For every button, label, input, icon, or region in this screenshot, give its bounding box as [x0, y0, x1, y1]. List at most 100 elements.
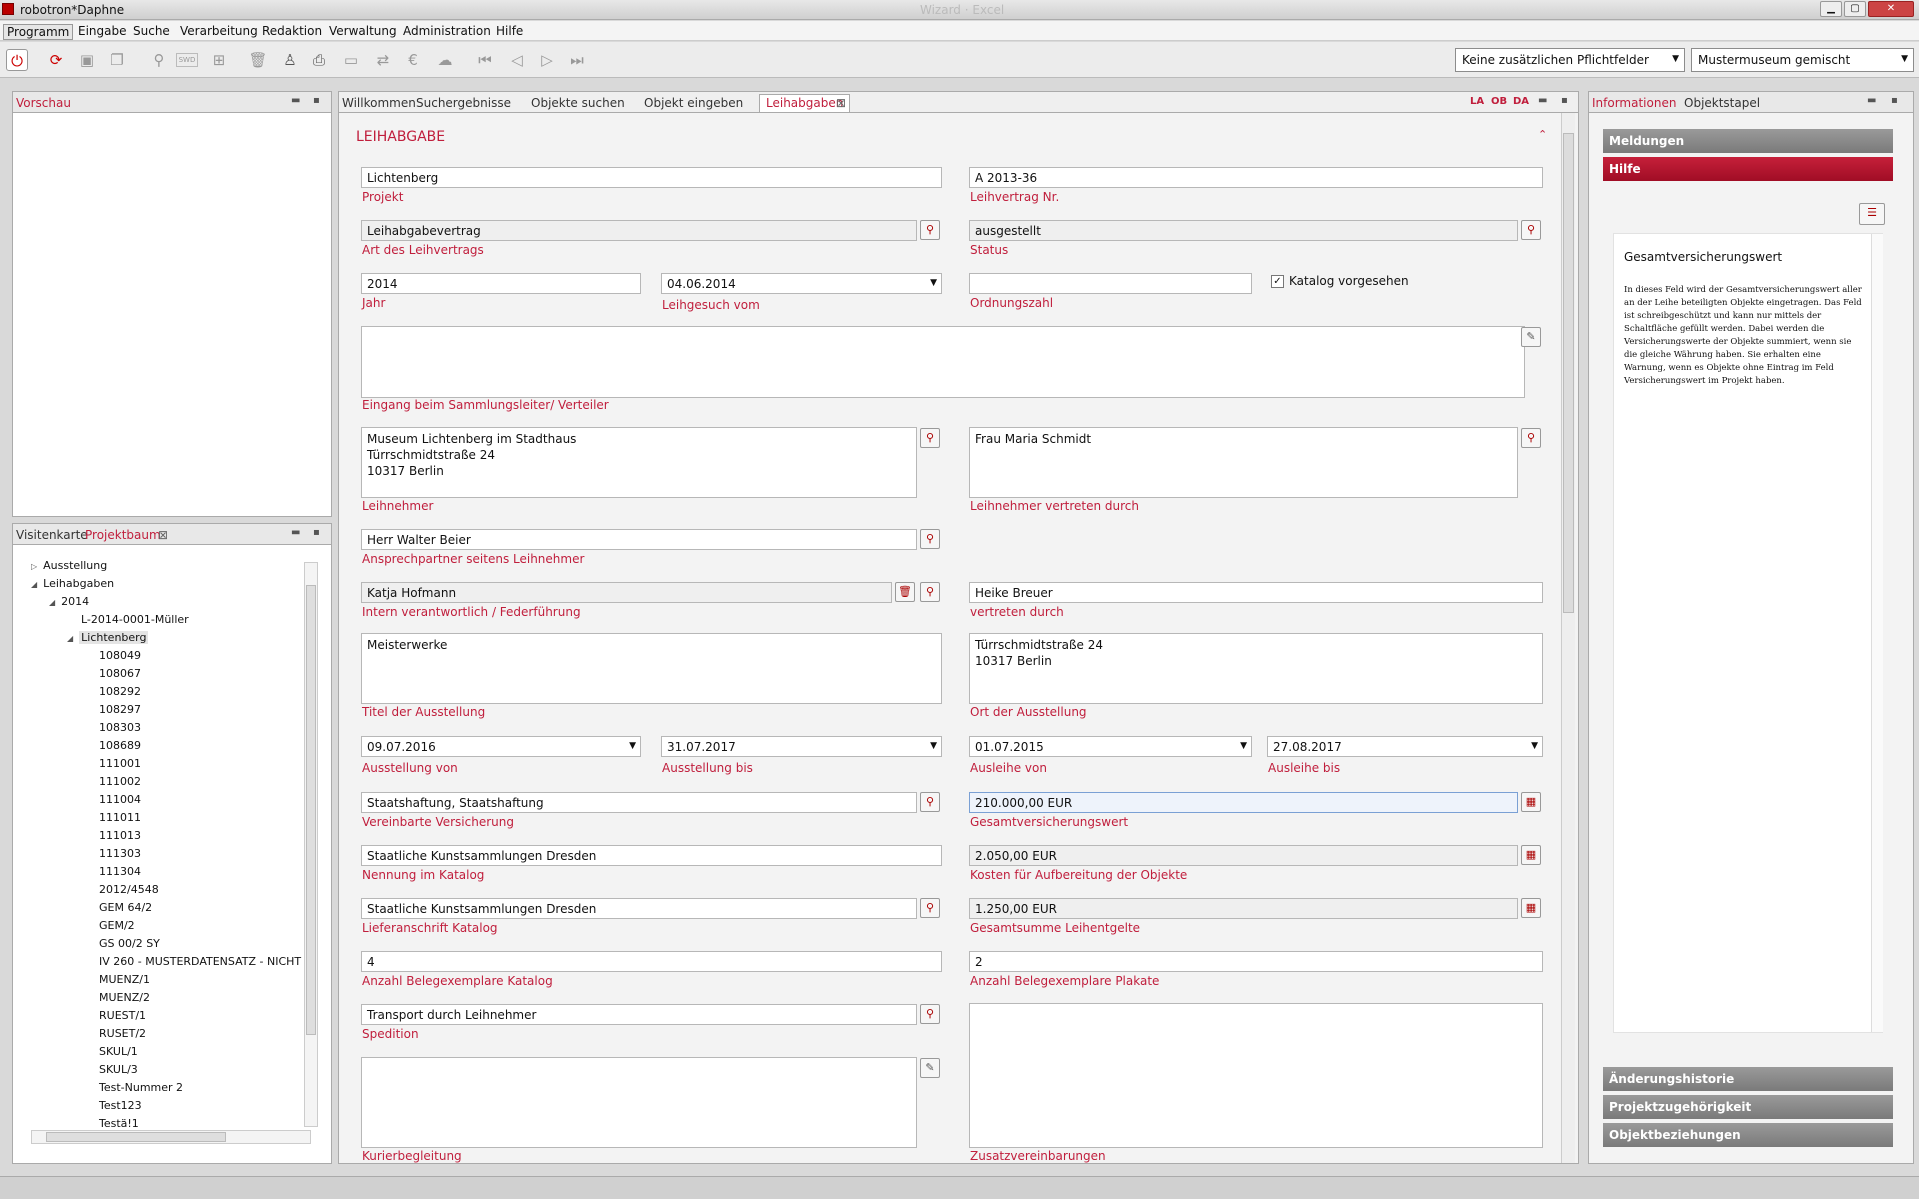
tree-expand-icon[interactable]: ▷: [31, 562, 37, 571]
spedition-field[interactable]: Transport durch Leihnehmer: [361, 1004, 917, 1025]
tree-collapse-icon[interactable]: ◢: [67, 634, 73, 643]
tree-item[interactable]: 111304: [85, 865, 141, 878]
search-icon[interactable]: ⚲: [148, 49, 170, 71]
tree-item[interactable]: 108292: [85, 685, 141, 698]
tree-item[interactable]: GS 00/2 SY: [85, 937, 160, 950]
trash-icon[interactable]: 🗑: [247, 49, 269, 71]
tree-item[interactable]: ◢ 2014: [49, 595, 89, 608]
lookup-search-icon[interactable]: ⚲: [1521, 220, 1541, 240]
collapse-section-icon[interactable]: ⌃: [1538, 128, 1547, 141]
tab-objekte-suchen[interactable]: Objekte suchen: [531, 96, 625, 110]
leihnehmer-textarea[interactable]: Museum Lichtenberg im Stadthaus Türrschm…: [361, 427, 917, 498]
tab-informationen[interactable]: Informationen: [1592, 96, 1676, 110]
menu-administration[interactable]: Administration: [403, 24, 491, 38]
kosten-aufbereitung-field[interactable]: 2.050,00 EUR: [969, 845, 1518, 866]
art-leihvertrag-field[interactable]: Leihabgabevertrag: [361, 220, 917, 241]
section-hilfe[interactable]: Hilfe: [1603, 157, 1893, 181]
menu-suche[interactable]: Suche: [133, 24, 170, 38]
lookup-search-icon[interactable]: ⚲: [920, 898, 940, 918]
tree-item[interactable]: 111001: [85, 757, 141, 770]
minimize-panel-icon[interactable]: ▬: [291, 95, 300, 106]
leihnehmer-vertreten-textarea[interactable]: Frau Maria Schmidt: [969, 427, 1518, 498]
close-window-button[interactable]: ✕: [1868, 1, 1914, 17]
copy-icon[interactable]: ❐: [106, 49, 128, 71]
tab-objekt-eingeben[interactable]: Objekt eingeben: [644, 96, 743, 110]
ort-ausstellung-textarea[interactable]: Türrschmidtstraße 24 10317 Berlin: [969, 633, 1543, 704]
calculate-icon[interactable]: ▦: [1521, 845, 1541, 865]
tree-item[interactable]: ◢ Leihabgaben: [31, 577, 114, 590]
minimize-panel-icon[interactable]: ▬: [1538, 95, 1547, 106]
scrollbar-thumb[interactable]: [1563, 133, 1574, 613]
maximize-window-button[interactable]: ▢: [1844, 1, 1866, 17]
chevron-down-icon[interactable]: ▼: [629, 741, 636, 751]
tree-item[interactable]: 111303: [85, 847, 141, 860]
lookup-search-icon[interactable]: ⚲: [920, 582, 940, 602]
tree-item[interactable]: 108689: [85, 739, 141, 752]
tree-item[interactable]: ◢ Lichtenberg: [67, 631, 149, 644]
tree-collapse-icon[interactable]: ◢: [31, 580, 37, 589]
maximize-panel-icon[interactable]: ▪: [1561, 95, 1568, 106]
tree-item[interactable]: 111013: [85, 829, 141, 842]
chevron-down-icon[interactable]: ▼: [930, 278, 937, 288]
katalog-checkbox[interactable]: ✓: [1271, 275, 1284, 288]
transfer-icon[interactable]: ⇄: [372, 49, 394, 71]
lang-la[interactable]: LA: [1470, 96, 1484, 107]
chevron-down-icon[interactable]: ▼: [1531, 741, 1538, 751]
section-objektbeziehungen[interactable]: Objektbeziehungen: [1603, 1123, 1893, 1147]
folder-icon[interactable]: ▭: [340, 49, 362, 71]
tree-item[interactable]: Test-Nummer 2: [85, 1081, 183, 1094]
tree-item[interactable]: 108303: [85, 721, 141, 734]
beleg-plakate-field[interactable]: 2: [969, 951, 1543, 972]
tab-vorschau[interactable]: Vorschau: [16, 96, 71, 110]
nennung-katalog-field[interactable]: Staatliche Kunstsammlungen Dresden: [361, 845, 942, 866]
leihentgelte-field[interactable]: 1.250,00 EUR: [969, 898, 1518, 919]
tree-item[interactable]: IV 260 - MUSTERDATENSATZ - NICHT: [85, 955, 301, 968]
menu-redaktion[interactable]: Redaktion: [262, 24, 322, 38]
pflichtfelder-select[interactable]: Keine zusätzlichen Pflichtfelder ▼: [1455, 48, 1685, 72]
ausstellung-von-field[interactable]: 09.07.2016 ▼: [361, 736, 641, 757]
tree-item[interactable]: 111004: [85, 793, 141, 806]
chevron-down-icon[interactable]: ▼: [1240, 741, 1247, 751]
menu-verarbeitung[interactable]: Verarbeitung: [180, 24, 258, 38]
edit-text-icon[interactable]: ✎: [1521, 327, 1541, 347]
tree-horizontal-scrollbar[interactable]: [31, 1130, 311, 1144]
tree-item[interactable]: 108297: [85, 703, 141, 716]
menu-programm[interactable]: Programm: [3, 24, 74, 40]
titel-ausstellung-textarea[interactable]: Meisterwerke: [361, 633, 942, 704]
tree-item[interactable]: GEM/2: [85, 919, 135, 932]
person-icon[interactable]: ♙: [279, 49, 301, 71]
lookup-search-icon[interactable]: ⚲: [920, 428, 940, 448]
jahr-field[interactable]: 2014: [361, 273, 641, 294]
ansprechpartner-field[interactable]: Herr Walter Beier: [361, 529, 917, 550]
lieferanschrift-field[interactable]: Staatliche Kunstsammlungen Dresden: [361, 898, 917, 919]
maximize-panel-icon[interactable]: ▪: [313, 527, 320, 538]
tab-projektbaum[interactable]: Projektbaum: [85, 528, 161, 542]
lookup-search-icon[interactable]: ⚲: [920, 220, 940, 240]
calculate-icon[interactable]: ▦: [1521, 792, 1541, 812]
leihvertrag-nr-field[interactable]: A 2013-36: [969, 167, 1543, 188]
tree-item[interactable]: 111002: [85, 775, 141, 788]
tree-item[interactable]: ▷ Ausstellung: [31, 559, 107, 572]
leihgesuch-date-field[interactable]: 04.06.2014 ▼: [661, 273, 942, 294]
gesamtversicherungswert-field[interactable]: 210.000,00 EUR: [969, 792, 1518, 813]
grid-add-icon[interactable]: ⊞: [208, 49, 230, 71]
calculate-icon[interactable]: ▦: [1521, 898, 1541, 918]
section-meldungen[interactable]: Meldungen: [1603, 129, 1893, 153]
previous-record-icon[interactable]: ◁: [506, 49, 528, 71]
projekt-field[interactable]: Lichtenberg: [361, 167, 942, 188]
edit-text-icon[interactable]: ✎: [920, 1058, 940, 1078]
save-icon[interactable]: ▣: [76, 49, 98, 71]
tree-item[interactable]: MUENZ/1: [85, 973, 150, 986]
status-field[interactable]: ausgestellt: [969, 220, 1518, 241]
eingang-textarea[interactable]: [361, 326, 1525, 398]
help-scrollbar[interactable]: [1871, 234, 1883, 1032]
lang-da[interactable]: DA: [1513, 96, 1529, 107]
tree-item[interactable]: Test123: [85, 1099, 142, 1112]
menu-eingabe[interactable]: Eingabe: [78, 24, 127, 38]
close-tab-icon[interactable]: ⊠: [836, 96, 846, 110]
tree-item[interactable]: RUEST/1: [85, 1009, 146, 1022]
currency-icon[interactable]: €: [402, 49, 424, 71]
tree-item[interactable]: Testä!1: [85, 1117, 139, 1129]
next-record-icon[interactable]: ▷: [536, 49, 558, 71]
tab-objektstapel[interactable]: Objektstapel: [1684, 96, 1760, 110]
